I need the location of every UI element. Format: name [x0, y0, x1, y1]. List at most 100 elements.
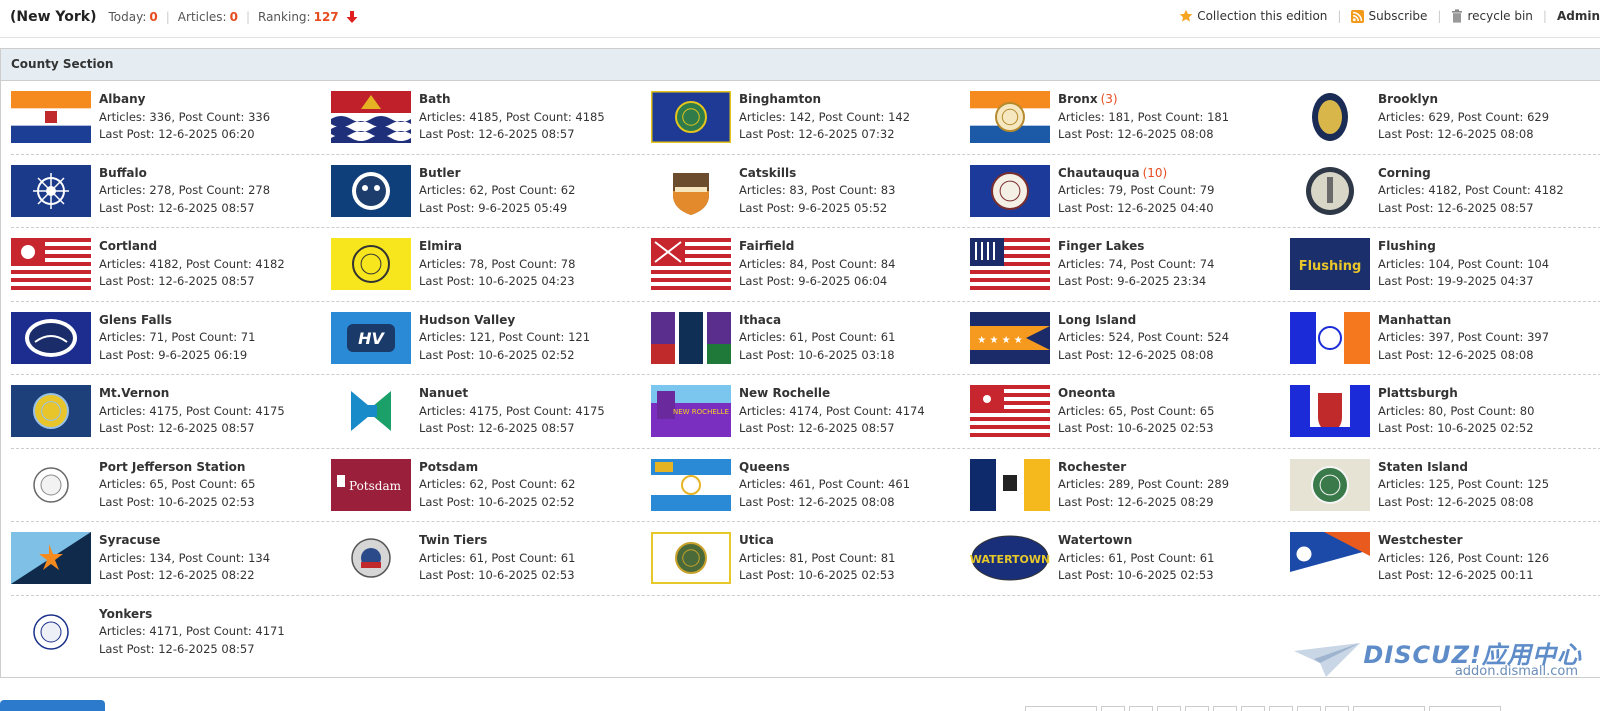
forum-icon[interactable] — [11, 311, 91, 364]
forum-icon[interactable] — [1290, 532, 1370, 584]
forum-name-link[interactable]: Nanuet — [419, 386, 468, 400]
last-post-link[interactable]: Last Post: 10-6-2025 02:53 — [99, 494, 255, 512]
last-post-link[interactable]: Last Post: 12-6-2025 08:57 — [99, 641, 285, 659]
new-post-button[interactable] — [0, 700, 105, 711]
forum-icon[interactable] — [11, 605, 91, 658]
forum-icon[interactable] — [970, 164, 1050, 217]
forum-icon[interactable]: WATERTOWN — [970, 532, 1050, 584]
forum-name-link[interactable]: Watertown — [1058, 533, 1132, 547]
pager-page[interactable] — [1241, 706, 1265, 711]
last-post-link[interactable]: Last Post: 9-6-2025 06:19 — [99, 347, 255, 365]
forum-name-link[interactable]: Utica — [739, 533, 774, 547]
forum-icon[interactable]: ★ ★ ★ ★ — [970, 311, 1050, 364]
pager-jump[interactable] — [1429, 706, 1501, 711]
last-post-link[interactable]: Last Post: 10-6-2025 02:52 — [419, 347, 590, 365]
forum-icon[interactable]: HV — [331, 311, 411, 364]
last-post-link[interactable]: Last Post: 19-9-2025 04:37 — [1378, 273, 1549, 291]
forum-name-link[interactable]: Ithaca — [739, 313, 781, 327]
forum-icon[interactable] — [651, 532, 731, 584]
forum-icon[interactable] — [1290, 311, 1370, 364]
forum-icon[interactable] — [331, 238, 411, 290]
forum-name-link[interactable]: Albany — [99, 92, 145, 106]
forum-name-link[interactable]: Syracuse — [99, 533, 160, 547]
last-post-link[interactable]: Last Post: 12-6-2025 08:08 — [1378, 347, 1549, 365]
forum-name-link[interactable]: Flushing — [1378, 239, 1436, 253]
forum-icon[interactable] — [970, 238, 1050, 290]
forum-name-link[interactable]: Twin Tiers — [419, 533, 487, 547]
last-post-link[interactable]: Last Post: 12-6-2025 08:08 — [1058, 347, 1229, 365]
pager-page[interactable] — [1101, 706, 1125, 711]
forum-icon[interactable] — [651, 91, 731, 143]
last-post-link[interactable]: Last Post: 9-6-2025 23:34 — [1058, 273, 1214, 291]
forum-icon[interactable] — [11, 164, 91, 217]
forum-icon[interactable] — [651, 311, 731, 364]
forum-name-link[interactable]: Long Island — [1058, 313, 1136, 327]
forum-name-link[interactable]: Potsdam — [419, 460, 478, 474]
last-post-link[interactable]: Last Post: 10-6-2025 02:52 — [419, 494, 575, 512]
forum-icon[interactable] — [11, 385, 91, 437]
last-post-link[interactable]: Last Post: 12-6-2025 08:57 — [99, 273, 285, 291]
forum-icon[interactable]: NEW ROCHELLE — [651, 385, 731, 437]
forum-icon[interactable] — [970, 458, 1050, 511]
forum-name-link[interactable]: Finger Lakes — [1058, 239, 1144, 253]
forum-icon[interactable] — [11, 91, 91, 143]
forum-name-link[interactable]: New Rochelle — [739, 386, 830, 400]
last-post-link[interactable]: Last Post: 12-6-2025 08:08 — [1378, 126, 1549, 144]
last-post-link[interactable]: Last Post: 12-6-2025 08:22 — [99, 567, 270, 585]
forum-name-link[interactable]: Binghamton — [739, 92, 821, 106]
forum-icon[interactable] — [11, 238, 91, 290]
last-post-link[interactable]: Last Post: 10-6-2025 02:52 — [1378, 420, 1534, 438]
forum-name-link[interactable]: Mt.Vernon — [99, 386, 169, 400]
forum-name-link[interactable]: Westchester — [1378, 533, 1463, 547]
last-post-link[interactable]: Last Post: 12-6-2025 08:57 — [419, 126, 605, 144]
pager-page[interactable] — [1297, 706, 1321, 711]
forum-icon[interactable] — [970, 385, 1050, 437]
forum-name-link[interactable]: Queens — [739, 460, 790, 474]
forum-name-link[interactable]: Catskills — [739, 166, 796, 180]
last-post-link[interactable]: Last Post: 12-6-2025 08:08 — [1058, 126, 1229, 144]
forum-icon[interactable] — [970, 91, 1050, 143]
last-post-link[interactable]: Last Post: 12-6-2025 06:20 — [99, 126, 270, 144]
last-post-link[interactable]: Last Post: 12-6-2025 00:11 — [1378, 567, 1549, 585]
last-post-link[interactable]: Last Post: 10-6-2025 02:53 — [1058, 567, 1214, 585]
forum-name-link[interactable]: Port Jefferson Station — [99, 460, 245, 474]
last-post-link[interactable]: Last Post: 12-6-2025 08:57 — [99, 200, 270, 218]
last-post-link[interactable]: Last Post: 10-6-2025 03:18 — [739, 347, 895, 365]
collection-link[interactable]: Collection this edition — [1179, 9, 1327, 23]
pager-page[interactable] — [1269, 706, 1293, 711]
forum-name-link[interactable]: Butler — [419, 166, 461, 180]
last-post-link[interactable]: Last Post: 12-6-2025 07:32 — [739, 126, 910, 144]
forum-name-link[interactable]: Staten Island — [1378, 460, 1468, 474]
forum-icon[interactable] — [651, 238, 731, 290]
pager-page[interactable] — [1185, 706, 1209, 711]
forum-name-link[interactable]: Rochester — [1058, 460, 1126, 474]
forum-name-link[interactable]: Buffalo — [99, 166, 147, 180]
last-post-link[interactable]: Last Post: 12-6-2025 08:29 — [1058, 494, 1229, 512]
forum-name-link[interactable]: Brooklyn — [1378, 92, 1438, 106]
forum-name-link[interactable]: Bronx — [1058, 92, 1098, 106]
forum-icon[interactable]: Potsdam — [331, 458, 411, 511]
last-post-link[interactable]: Last Post: 10-6-2025 04:23 — [419, 273, 575, 291]
forum-icon[interactable] — [331, 91, 411, 143]
forum-icon[interactable] — [1290, 91, 1370, 143]
forum-name-link[interactable]: Fairfield — [739, 239, 794, 253]
forum-icon[interactable] — [331, 385, 411, 437]
forum-name-link[interactable]: Bath — [419, 92, 451, 106]
pager-page[interactable] — [1213, 706, 1237, 711]
subscribe-link[interactable]: Subscribe — [1351, 9, 1427, 23]
forum-icon[interactable] — [11, 458, 91, 511]
last-post-link[interactable]: Last Post: 9-6-2025 05:49 — [419, 200, 575, 218]
last-post-link[interactable]: Last Post: 12-6-2025 08:57 — [739, 420, 925, 438]
forum-icon[interactable] — [651, 458, 731, 511]
last-post-link[interactable]: Last Post: 12-6-2025 08:57 — [1378, 200, 1564, 218]
last-post-link[interactable]: Last Post: 9-6-2025 06:04 — [739, 273, 895, 291]
forum-icon[interactable] — [11, 532, 91, 584]
forum-name-link[interactable]: Manhattan — [1378, 313, 1451, 327]
last-post-link[interactable]: Last Post: 12-6-2025 08:08 — [1378, 494, 1549, 512]
last-post-link[interactable]: Last Post: 12-6-2025 08:57 — [99, 420, 285, 438]
forum-icon[interactable] — [651, 164, 731, 217]
last-post-link[interactable]: Last Post: 9-6-2025 05:52 — [739, 200, 895, 218]
last-post-link[interactable]: Last Post: 10-6-2025 02:53 — [1058, 420, 1214, 438]
last-post-link[interactable]: Last Post: 10-6-2025 02:53 — [739, 567, 895, 585]
forum-icon[interactable] — [1290, 458, 1370, 511]
